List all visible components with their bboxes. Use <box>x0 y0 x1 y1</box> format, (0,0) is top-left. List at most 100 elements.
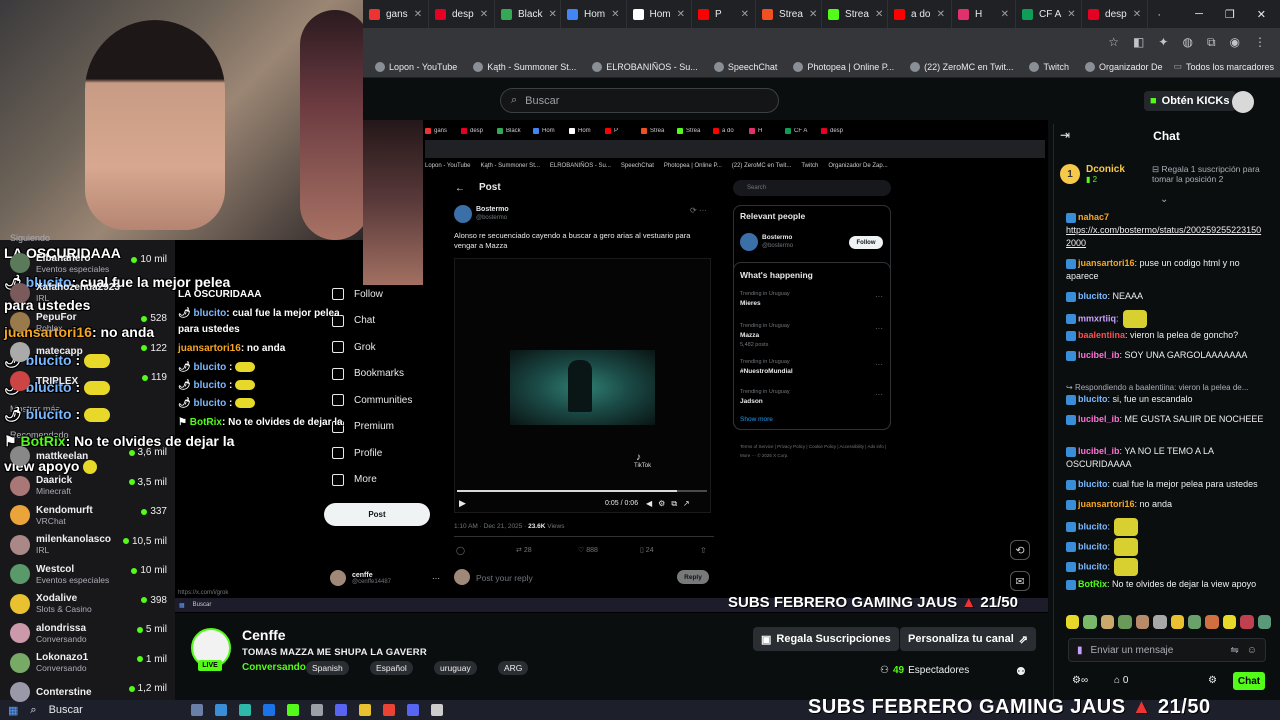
app-icon[interactable] <box>358 704 371 716</box>
chat-username[interactable]: juansartori16 <box>1078 499 1135 509</box>
extension-icon[interactable]: ◍ <box>1182 35 1192 49</box>
windows-start-icon[interactable]: ▦ <box>8 704 18 717</box>
chat-settings-icon[interactable]: ⚙ <box>1208 675 1217 686</box>
emote-icon[interactable] <box>1257 615 1272 629</box>
tab-close-icon[interactable]: ✕ <box>677 9 685 20</box>
chat-username[interactable]: lucibel_ib <box>1078 446 1120 456</box>
rewards-icon[interactable]: ⚙∞ <box>1072 675 1088 686</box>
more-icon[interactable]: ··· <box>875 360 883 369</box>
stream-tag[interactable]: Español <box>370 661 413 675</box>
emote-icon[interactable] <box>1100 615 1115 629</box>
chat-username[interactable]: blucito <box>1078 561 1108 571</box>
back-arrow-icon[interactable]: ← <box>455 183 465 194</box>
sidebar-channel[interactable]: milenkanolasco IRL 10,5 mil <box>0 532 175 558</box>
sidebar-channel[interactable]: mattkeelan 3,6 mil <box>0 443 175 469</box>
app-icon[interactable] <box>286 704 299 716</box>
chat-username[interactable]: lucibel_ib <box>1078 414 1120 424</box>
x-nav-bookmarks[interactable]: Bookmarks <box>332 367 404 380</box>
emote-icon[interactable] <box>1187 615 1202 629</box>
channel-name[interactable]: Cenffe <box>242 627 286 643</box>
reply-input[interactable]: Post your reply <box>476 573 533 583</box>
sidebar-channel[interactable]: PepuFor Roblox 528 <box>0 309 175 335</box>
sidebar-channel[interactable]: Xodalive Slots & Casino 398 <box>0 591 175 617</box>
avatar[interactable] <box>454 205 472 223</box>
browser-tab[interactable]: gans ✕ <box>363 0 429 28</box>
chevron-down-icon[interactable]: ⌄ <box>1160 194 1168 205</box>
more-icon[interactable]: ··· <box>875 324 883 333</box>
app-icon[interactable] <box>262 704 275 716</box>
bookmark-item[interactable]: (22) ZeroMC en Twit... <box>904 61 1019 72</box>
tab-close-icon[interactable]: ✕ <box>548 9 556 20</box>
get-kicks-button[interactable]: ■ Obtén KICKs <box>1144 91 1236 111</box>
mic-icon[interactable]: ▮ <box>1077 645 1083 656</box>
emote-icon[interactable] <box>1153 615 1167 629</box>
emote-icon[interactable] <box>1083 615 1097 629</box>
tab-close-icon[interactable]: ✕ <box>875 9 883 20</box>
x-nav-communities[interactable]: Communities <box>332 394 412 406</box>
more-icon[interactable]: ··· <box>875 292 883 301</box>
all-bookmarks[interactable]: ▭ Todos los marcadores <box>1167 61 1280 72</box>
chat-username[interactable]: blucito <box>1078 479 1108 489</box>
browser-tab[interactable]: Black ✕ <box>495 0 561 28</box>
more-icon[interactable]: ⟳ ··· <box>690 206 707 215</box>
sidebar-channel[interactable]: Westcol Eventos especiales 10 mil <box>0 561 175 587</box>
x-nav-profile[interactable]: Profile <box>332 447 382 459</box>
bookmark-item[interactable]: Lopon - YouTube <box>369 61 463 72</box>
reply-icon[interactable]: ◯ <box>456 546 465 555</box>
browser-tab[interactable]: desp ✕ <box>429 0 495 28</box>
taskbar-search[interactable]: Buscar <box>49 704 179 716</box>
tab-close-icon[interactable]: ✕ <box>1001 9 1009 20</box>
app-icon[interactable] <box>310 704 323 716</box>
bookmark-item[interactable]: Kąth - Summoner St... <box>467 61 582 72</box>
browser-tab[interactable]: Strea ✕ <box>822 0 889 28</box>
x-nav-more[interactable]: More <box>332 473 377 486</box>
share-icon[interactable]: ⇧ <box>700 546 707 555</box>
tab-close-icon[interactable]: ✕ <box>1067 9 1075 20</box>
trend-title[interactable]: Mieres <box>740 300 761 307</box>
restore-icon[interactable]: ❐ <box>1225 8 1235 21</box>
customize-channel-button[interactable]: Personaliza tu canal ⇗ <box>900 627 1036 651</box>
menu-dots-icon[interactable]: ⋮ <box>1254 35 1266 49</box>
edge-icon[interactable] <box>238 704 251 716</box>
x-nav-grok[interactable]: Grok <box>332 341 376 353</box>
chat-username[interactable]: lucibel_ib <box>1078 350 1120 360</box>
browser-tab[interactable]: CF A ✕ <box>1016 0 1083 28</box>
chat-username[interactable]: baalentiina <box>1078 330 1125 340</box>
tab-close-icon[interactable]: ✕ <box>480 9 488 20</box>
stream-tag[interactable]: uruguay <box>434 661 477 675</box>
task-view-icon[interactable] <box>190 704 203 716</box>
trend-title[interactable]: Jadson <box>740 398 763 405</box>
bookmark-star-icon[interactable]: ☆ <box>1108 35 1119 49</box>
tab-close-icon[interactable]: ✕ <box>937 9 945 20</box>
chat-input[interactable]: ▮ Enviar un mensaje ⇋ ☺ <box>1068 638 1266 662</box>
emote-icon[interactable] <box>1240 615 1254 629</box>
kick-balance[interactable]: ⌂ 0 <box>1114 675 1128 686</box>
retweet-button[interactable]: ⇄ 28 <box>516 546 532 554</box>
sidebar-channel[interactable]: Daarick Minecraft 3,5 mil <box>0 473 175 499</box>
extensions-puzzle-icon[interactable]: ⧉ <box>1207 35 1216 50</box>
messages-icon[interactable]: ✉ <box>1010 571 1030 591</box>
emote-quick-bar[interactable] <box>1066 615 1272 631</box>
emoji-icon[interactable]: ☺ <box>1247 645 1257 656</box>
browser-tab[interactable]: Strea ✕ <box>756 0 823 28</box>
bookmark-item[interactable]: ELROBANIÑOS - Su... <box>586 61 704 72</box>
browser-tab[interactable]: desp ✕ <box>1082 0 1149 28</box>
browser-tab[interactable]: H ✕ <box>952 0 1017 28</box>
app-icon[interactable] <box>214 704 227 716</box>
bookmark-item[interactable]: SpeechChat <box>708 61 784 72</box>
reply-button[interactable]: Reply <box>677 570 709 584</box>
like-button[interactable]: ♡ 888 <box>578 546 598 554</box>
obs-icon[interactable] <box>430 704 443 716</box>
tab-close-icon[interactable]: ✕ <box>1133 9 1141 20</box>
stream-tag[interactable]: ARG <box>498 661 529 675</box>
browser-tab[interactable]: Hom ✕ <box>627 0 693 28</box>
sidebar-channel[interactable]: Conterstine 1,2 mil <box>0 679 175 705</box>
emote-icon[interactable] <box>1066 615 1080 629</box>
send-chat-button[interactable]: Chat <box>1233 672 1265 690</box>
x-nav-follow[interactable]: Follow <box>332 288 383 300</box>
trend-title[interactable]: Mazza <box>740 332 759 339</box>
user-avatar[interactable] <box>1232 91 1254 113</box>
video-controls[interactable]: ◀⚙⧉↗ <box>646 499 696 509</box>
gift-subs-button[interactable]: ▣ Regala Suscripciones <box>753 627 899 651</box>
sidebar-channel[interactable]: Xafahozenda2923 IRL <box>0 280 175 306</box>
